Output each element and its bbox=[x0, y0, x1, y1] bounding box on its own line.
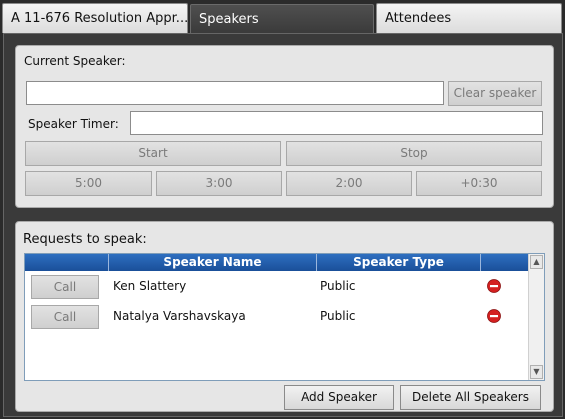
call-button[interactable]: Call bbox=[31, 275, 99, 299]
start-button[interactable]: Start bbox=[25, 141, 281, 166]
speaker-timer-label: Speaker Timer: bbox=[28, 117, 119, 131]
speaker-name-cell: Ken Slattery bbox=[113, 279, 187, 293]
col-call-header bbox=[25, 254, 109, 271]
col-speaker-name-header[interactable]: Speaker Name bbox=[109, 254, 317, 271]
stop-button[interactable]: Stop bbox=[286, 141, 542, 166]
scroll-down-icon[interactable]: ▼ bbox=[530, 365, 543, 379]
table-row: Call Ken Slattery Public bbox=[25, 273, 529, 301]
speaker-type-cell: Public bbox=[320, 309, 356, 323]
grid-header: Speaker Name Speaker Type bbox=[25, 254, 529, 271]
preset-3min-button[interactable]: 3:00 bbox=[156, 171, 282, 196]
tab-bar: A 11-676 Resolution Appr... Speakers Att… bbox=[0, 0, 565, 34]
tab-attendees[interactable]: Attendees bbox=[376, 3, 562, 33]
col-speaker-type-header[interactable]: Speaker Type bbox=[317, 254, 481, 271]
table-row: Call Natalya Varshavskaya Public bbox=[25, 303, 529, 331]
vertical-scrollbar[interactable]: ▲ ▼ bbox=[528, 254, 544, 380]
requests-grid: Speaker Name Speaker Type Call Ken Slatt… bbox=[24, 253, 545, 381]
speaker-type-cell: Public bbox=[320, 279, 356, 293]
scroll-up-icon[interactable]: ▲ bbox=[530, 255, 543, 269]
requests-title: Requests to speak: bbox=[23, 232, 147, 247]
col-remove-header bbox=[481, 254, 529, 271]
call-button[interactable]: Call bbox=[31, 305, 99, 329]
clear-speaker-button[interactable]: Clear speaker bbox=[448, 81, 542, 106]
add-30sec-button[interactable]: +0:30 bbox=[416, 171, 542, 196]
current-speaker-label: Current Speaker: bbox=[24, 54, 126, 68]
tab-speakers[interactable]: Speakers bbox=[190, 4, 374, 34]
speaker-timer-field[interactable] bbox=[130, 111, 543, 135]
add-speaker-button[interactable]: Add Speaker bbox=[284, 385, 394, 410]
current-speaker-field[interactable] bbox=[26, 81, 444, 105]
delete-all-speakers-button[interactable]: Delete All Speakers bbox=[400, 385, 541, 410]
speaker-name-cell: Natalya Varshavskaya bbox=[113, 309, 246, 323]
preset-5min-button[interactable]: 5:00 bbox=[25, 171, 152, 196]
tab-resolution[interactable]: A 11-676 Resolution Appr... bbox=[2, 3, 188, 33]
remove-icon[interactable] bbox=[487, 309, 501, 323]
remove-icon[interactable] bbox=[487, 279, 501, 293]
preset-2min-button[interactable]: 2:00 bbox=[286, 171, 412, 196]
